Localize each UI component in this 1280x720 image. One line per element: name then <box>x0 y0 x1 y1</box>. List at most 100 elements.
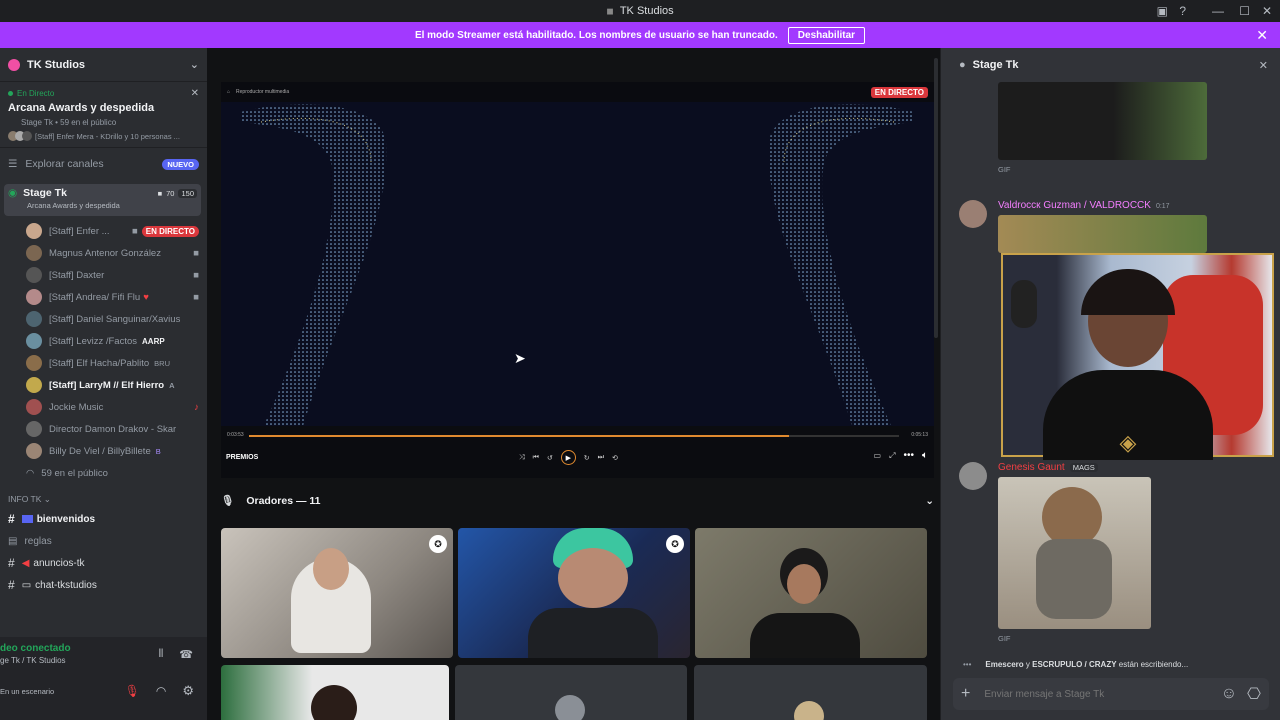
shuffle-icon[interactable]: ⤨ <box>519 454 525 462</box>
live-stage-card[interactable]: En Directo ✕ Arcana Awards y despedida S… <box>0 82 207 148</box>
close-window-button[interactable]: ✕ <box>1262 0 1272 22</box>
player-breadcrumb: Reproductor multimedia <box>236 89 290 95</box>
member-tag: BRU <box>154 358 171 368</box>
stage-topic: Arcana Awards y despedida <box>27 201 120 210</box>
stage-channel[interactable]: ◉ Stage Tk ■ 70 150 Arcana Awards y desp… <box>4 184 201 216</box>
settings-gear-icon[interactable]: ⚙ <box>182 683 194 699</box>
server-header[interactable]: TK Studios ⌄ <box>0 48 207 82</box>
speaker-tile[interactable]: ✪ <box>221 528 453 658</box>
member-name: Billy De Viel / BillyBillete <box>49 445 151 457</box>
audience-count[interactable]: ◠ 59 en el público <box>0 462 207 484</box>
next-icon[interactable]: ⏭ <box>598 454 604 462</box>
member-item[interactable]: [Staff] LarryM // Elf Hierro A <box>0 374 207 396</box>
soundboard-icon[interactable]: ⫴ <box>159 648 164 661</box>
forward-icon[interactable]: ↻ <box>584 454 590 462</box>
more-icon[interactable]: ••• <box>903 450 914 461</box>
player-label: PREMIOS <box>226 454 259 461</box>
member-name: Jockie Music <box>49 401 104 413</box>
gif-image[interactable] <box>998 82 1207 160</box>
live-speakers: [Staff] Enfer Mera - KDrillo y 10 person… <box>35 131 180 141</box>
mic-muted-icon[interactable]: 🎙︎ <box>125 684 140 698</box>
chat-icon: ▭ <box>21 579 32 591</box>
member-item[interactable]: Billy De Viel / BillyBillete B <box>0 440 207 462</box>
moderator-icon: ✪ <box>429 535 447 553</box>
screen-share-video[interactable]: ⌂ Reproductor multimedia EN DIRECTO ➤ 0:… <box>221 82 934 478</box>
live-title: Arcana Awards y despedida <box>8 102 155 114</box>
speakers-count: Oradores — 11 <box>246 494 321 507</box>
channel-name: bienvenidos <box>36 513 96 525</box>
explore-channels[interactable]: ☰ Explorar canales NUEVO <box>0 148 207 180</box>
disable-streamer-button[interactable]: Deshabilitar <box>787 26 866 44</box>
scrollbar[interactable] <box>934 58 938 338</box>
close-chat-icon[interactable]: ✕ <box>1259 59 1268 72</box>
speaker-tile[interactable] <box>695 528 927 658</box>
member-item[interactable]: [Staff] Elf Hacha/Pablito BRU <box>0 352 207 374</box>
channel-anuncios[interactable]: # ◀ anuncios-tk <box>0 552 207 574</box>
hash-icon: # <box>8 556 15 570</box>
member-item[interactable]: Director Damon Drakov - Skar <box>0 418 207 440</box>
flag-icon <box>21 515 33 523</box>
member-name: [Staff] Enfer ... <box>49 225 110 237</box>
progress-track[interactable] <box>249 435 899 437</box>
queue-icon[interactable]: ▭ <box>874 451 882 460</box>
live-badge: EN DIRECTO <box>141 225 199 237</box>
speaker-tile[interactable] <box>221 665 449 720</box>
headphones-icon: ◠ <box>26 467 35 479</box>
disconnect-icon[interactable]: ☎ <box>179 648 193 661</box>
message-input[interactable] <box>984 688 1213 700</box>
headphones-icon[interactable]: ◠ <box>156 684 166 698</box>
message-author[interactable]: Genesis Gaunt <box>998 462 1065 473</box>
audience-label: 59 en el público <box>41 467 108 479</box>
channel-bienvenidos[interactable]: # bienvenidos <box>0 508 207 530</box>
channel-sidebar: TK Studios ⌄ En Directo ✕ Arcana Awards … <box>0 48 207 720</box>
maximize-button[interactable]: ☐ <box>1239 0 1250 22</box>
time-start: 0:03:53 <box>227 432 244 438</box>
stage-video-count: 70 <box>166 188 175 198</box>
member-item[interactable]: [Staff] Andrea/ Fifi Flu ♥ ■ <box>0 286 207 308</box>
rewind-icon[interactable]: ↺ <box>547 454 553 462</box>
member-item[interactable]: [Staff] Enfer ... ■ EN DIRECTO <box>0 220 207 242</box>
member-item[interactable]: Magnus Antenor González ■ <box>0 242 207 264</box>
gamepad-icon[interactable]: ⎔ <box>1247 684 1261 704</box>
close-banner-icon[interactable]: ✕ <box>1256 27 1268 44</box>
repeat-icon[interactable]: ⟲ <box>612 454 618 462</box>
speaker-tile[interactable] <box>694 665 927 720</box>
add-attachment-icon[interactable]: + <box>961 685 970 703</box>
avatar[interactable] <box>959 462 987 490</box>
server-icon <box>8 58 20 71</box>
member-item[interactable]: [Staff] Daniel Sanguinar/Xavius <box>0 308 207 330</box>
progress-fill <box>249 435 789 437</box>
emoji-icon[interactable]: ☺ <box>1221 685 1237 703</box>
live-meta: Stage Tk • 59 en el público <box>21 118 117 127</box>
close-icon[interactable]: ✕ <box>191 88 199 99</box>
previous-icon[interactable]: ⏮ <box>533 454 539 462</box>
member-name: Director Damon Drakov - Skar <box>49 423 177 435</box>
channel-chat[interactable]: # ▭ chat-tkstudios <box>0 574 207 596</box>
inbox-icon[interactable]: ▣ <box>1157 0 1168 22</box>
member-item[interactable]: Jockie Music ♪ <box>0 396 207 418</box>
mic-icon: 🎙︎ <box>221 495 235 507</box>
live-status: En Directo <box>17 89 55 98</box>
avatar[interactable] <box>959 200 987 228</box>
stage-name: Stage Tk <box>23 187 67 199</box>
minimize-button[interactable]: — <box>1212 0 1224 22</box>
cursor-icon: ➤ <box>514 350 526 366</box>
avatar <box>26 355 42 371</box>
play-button[interactable]: ▶ <box>560 450 576 465</box>
fullscreen-icon[interactable]: ⤢ <box>889 451 895 461</box>
gif-image[interactable] <box>998 477 1151 629</box>
speaker-tile[interactable] <box>455 665 687 720</box>
category-info-tk[interactable]: INFO TK ⌄ <box>0 484 207 508</box>
channel-reglas[interactable]: ▤ reglas <box>0 530 207 552</box>
speakers-header[interactable]: 🎙︎ Oradores — 11 ⌄ <box>221 494 934 508</box>
avatar <box>26 399 42 415</box>
help-icon[interactable]: ? <box>1179 0 1186 22</box>
volume-icon[interactable]: 🔈︎ <box>922 450 928 461</box>
title-bar: ◼ TK Studios ▣ ? — ☐ ✕ <box>0 0 1280 22</box>
avatar <box>26 311 42 327</box>
speaker-tile[interactable]: ✪ <box>458 528 690 658</box>
member-item[interactable]: [Staff] Daxter ■ <box>0 264 207 286</box>
gif-image[interactable] <box>998 215 1207 253</box>
message-author[interactable]: Valdroccк Guzman / VALDROCCK <box>998 200 1151 211</box>
member-item[interactable]: [Staff] Levizz /Factos AARP <box>0 330 207 352</box>
